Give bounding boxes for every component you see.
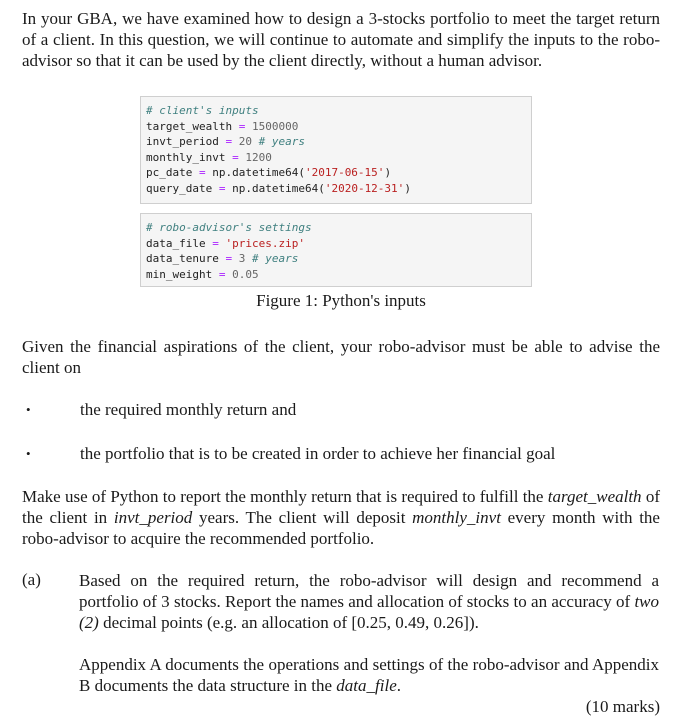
- code-var: data_tenure: [146, 252, 219, 265]
- code-value: 20: [238, 135, 252, 148]
- code-operator: =: [232, 150, 239, 164]
- code-value: 3: [238, 252, 246, 265]
- code-line: # client's inputs: [146, 103, 531, 119]
- emphasis: (2): [79, 613, 99, 632]
- code-call: np.datetime64(: [212, 166, 305, 179]
- code-var: query_date: [146, 181, 213, 195]
- code-var: min_weight: [146, 267, 213, 281]
- text-run: years. The client will deposit: [192, 508, 413, 527]
- marks-label: (10 marks): [585, 697, 660, 716]
- code-operator: =: [218, 181, 226, 195]
- emphasis: two: [634, 592, 659, 611]
- question-label: (a): [22, 570, 41, 589]
- code-comment: # years: [258, 135, 305, 148]
- code-line: query_date = np.datetime64('2020-12-31'): [146, 181, 531, 197]
- code-line: monthly_invt = 1200: [146, 150, 531, 166]
- variable-name: monthly_invt: [412, 508, 501, 527]
- code-value: 1500000: [251, 119, 299, 133]
- given-paragraph: Given the financial aspirations of the c…: [22, 337, 660, 377]
- text-run: Based on the required return, the robo-a…: [79, 571, 659, 611]
- code-var: pc_date: [146, 166, 193, 179]
- code-string: '2020-12-31': [324, 181, 405, 195]
- variable-name: target_wealth: [547, 487, 642, 506]
- code-paren: ): [404, 181, 411, 195]
- code-line: invt_period = 20 # years: [146, 134, 531, 150]
- variable-name: invt_period: [113, 508, 193, 527]
- code-call: np.datetime64(: [232, 181, 325, 195]
- robo-settings-code-block: # robo-advisor's settings data_file = 'p…: [140, 213, 532, 287]
- code-var: target_wealth: [146, 119, 233, 133]
- code-value: 0.05: [232, 267, 259, 281]
- question-a-text: Based on the required return, the robo-a…: [79, 570, 659, 633]
- code-line: # robo-advisor's settings: [146, 220, 531, 236]
- code-line: target_wealth = 1500000: [146, 119, 531, 135]
- code-paren: ): [384, 166, 392, 179]
- code-operator: =: [198, 166, 206, 179]
- figure-caption: Figure 1: Python's inputs: [256, 291, 426, 310]
- code-line: data_tenure = 3 # years: [146, 251, 531, 267]
- code-comment: # years: [251, 252, 299, 265]
- bullet-icon: •: [26, 446, 31, 461]
- bullet-icon: •: [26, 402, 31, 417]
- text-run: Make use of Python to report the monthly…: [22, 487, 548, 506]
- code-line: pc_date = np.datetime64('2017-06-15'): [146, 165, 531, 181]
- code-operator: =: [238, 119, 246, 133]
- code-value: 1200: [245, 150, 272, 164]
- text-run: decimal points (e.g. an allocation of [0…: [98, 613, 479, 632]
- code-line: min_weight = 0.05: [146, 267, 531, 283]
- make-use-paragraph: Make use of Python to report the monthly…: [22, 486, 660, 549]
- code-var: data_file: [146, 236, 206, 250]
- variable-name: data_file: [336, 676, 397, 695]
- intro-paragraph: In your GBA, we have examined how to des…: [22, 9, 660, 70]
- code-operator: =: [225, 135, 233, 148]
- code-string: '2017-06-15': [304, 166, 385, 179]
- code-var: invt_period: [146, 135, 219, 148]
- code-line: data_file = 'prices.zip': [146, 236, 531, 252]
- code-string: 'prices.zip': [225, 236, 305, 250]
- code-var: monthly_invt: [146, 150, 226, 164]
- appendix-paragraph: Appendix A documents the operations and …: [79, 654, 659, 696]
- client-inputs-code-block: # client's inputs target_wealth = 150000…: [140, 96, 532, 204]
- code-operator: =: [218, 267, 226, 281]
- code-operator: =: [225, 252, 233, 265]
- bullet-text: the portfolio that is to be created in o…: [80, 444, 556, 463]
- text-run: .: [396, 676, 401, 695]
- bullet-text: the required monthly return and: [80, 400, 297, 419]
- code-comment: # robo-advisor's settings: [146, 221, 312, 234]
- code-operator: =: [212, 236, 219, 250]
- code-comment: # client's inputs: [146, 104, 259, 117]
